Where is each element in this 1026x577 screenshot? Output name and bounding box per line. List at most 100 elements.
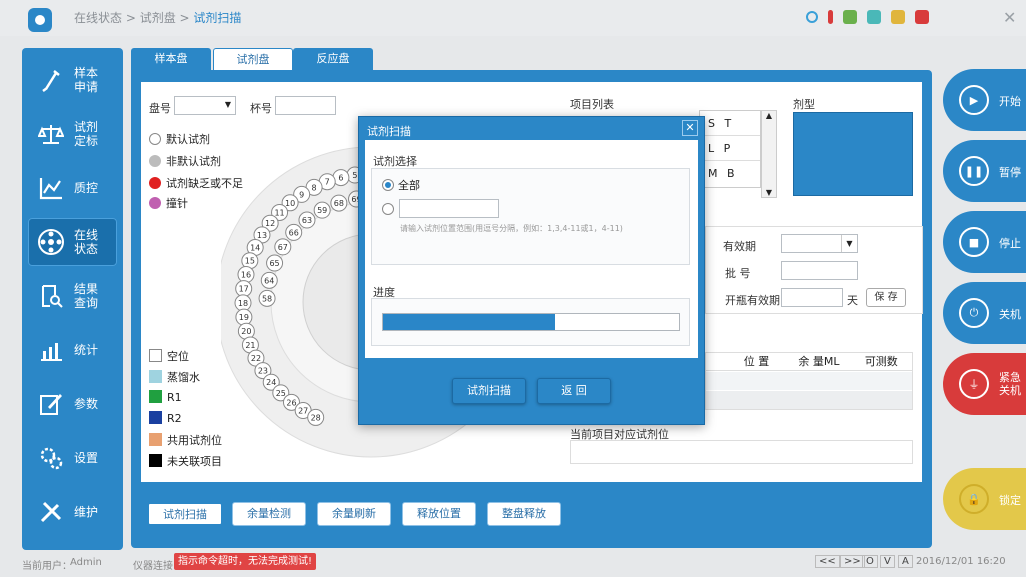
start-button[interactable]: ▶ 开始	[943, 69, 1026, 131]
disk-number-label: 盘号	[149, 102, 171, 115]
sidebar-item-settings[interactable]: 设置	[28, 434, 117, 482]
position-number: 63	[302, 216, 312, 225]
reagent-position[interactable]: 65	[266, 254, 284, 272]
close-icon[interactable]: ✕	[682, 120, 698, 136]
shutdown-button[interactable]: ⏻ 关机	[943, 282, 1026, 344]
reagent-position[interactable]: 68	[330, 194, 348, 212]
lock-icon: 🔒	[959, 484, 989, 514]
sidebar-item-sample[interactable]: 样本 申请	[28, 56, 117, 104]
tab-sample-disk[interactable]: 样本盘	[131, 48, 211, 70]
chevron-down-icon: ▼	[224, 100, 231, 109]
position-number: 26	[286, 398, 296, 407]
volume-refresh-button[interactable]: 余量刷新	[317, 502, 391, 526]
sidebar-item-maintenance[interactable]: 维护	[28, 488, 117, 536]
batch-input[interactable]	[781, 261, 858, 280]
reagent-position[interactable]: 63	[298, 211, 316, 229]
breadcrumb-item[interactable]: 试剂盘	[140, 11, 176, 25]
user-label: 当前用户：	[22, 561, 72, 572]
stop-button[interactable]: ■ 停止	[943, 211, 1026, 273]
list-item[interactable]: S T	[700, 111, 760, 136]
line-chart-icon	[36, 173, 66, 203]
disk-number-select[interactable]: ▼	[174, 96, 236, 115]
position-number: 27	[298, 407, 308, 416]
radio-selected[interactable]	[382, 179, 394, 191]
position-number: 6	[338, 174, 343, 183]
pause-button[interactable]: ❚❚ 暂停	[943, 140, 1026, 202]
thermometer-icon	[828, 10, 833, 24]
sidebar-item-qc[interactable]: 质控	[28, 164, 117, 212]
breadcrumb: 在线状态 > 试剂盘 > 试剂扫描	[74, 9, 241, 26]
release-position-button[interactable]: 释放位置	[402, 502, 476, 526]
lock-button[interactable]: 🔒 锁定	[943, 468, 1026, 530]
breadcrumb-item[interactable]: 在线状态	[74, 11, 122, 25]
sidebar-item-label: 维护	[74, 505, 99, 519]
chevron-down-icon[interactable]: ▼	[762, 188, 776, 197]
sidebar-item-online-status[interactable]: 在线 状态	[28, 218, 117, 266]
reagent-position[interactable]: 28	[307, 408, 325, 426]
position-number: 15	[245, 257, 255, 266]
top-bar: 在线状态 > 试剂盘 > 试剂扫描 ✕	[0, 0, 1026, 36]
reagent-position[interactable]: 66	[285, 223, 303, 241]
range-input[interactable]	[399, 199, 499, 218]
table-row[interactable]	[706, 391, 912, 409]
tab-reaction-disk[interactable]: 反应盘	[293, 48, 373, 70]
nav-a-button[interactable]: A	[898, 555, 913, 568]
position-number: 67	[278, 243, 288, 252]
reagent-position[interactable]: 64	[260, 271, 278, 289]
reagent-position[interactable]: 59	[313, 201, 331, 219]
release-disk-button[interactable]: 整盘释放	[487, 502, 561, 526]
emergency-shutdown-button[interactable]: ⏚ 紧急 关机	[943, 353, 1026, 415]
position-number: 22	[251, 354, 261, 363]
range-option[interactable]	[382, 203, 398, 216]
nav-v-button[interactable]: V	[880, 555, 895, 568]
reagent-position[interactable]: 17	[235, 280, 253, 298]
carousel-icon	[36, 227, 66, 257]
bottle-icon	[891, 10, 905, 24]
breadcrumb-separator: >	[122, 11, 140, 25]
open-expiry-input[interactable]	[781, 288, 843, 307]
reagent-scan-button[interactable]: 试剂扫描	[147, 502, 223, 526]
reagent-position[interactable]: 19	[235, 308, 253, 326]
chevron-up-icon[interactable]: ▲	[762, 111, 776, 120]
close-icon[interactable]: ✕	[1003, 8, 1016, 27]
reagent-position[interactable]: 58	[258, 289, 276, 307]
expiry-select[interactable]: ▼	[781, 234, 858, 253]
save-button[interactable]: 保 存	[866, 288, 906, 307]
reagent-position[interactable]: 18	[234, 294, 252, 312]
sidebar-item-statistics[interactable]: 统计	[28, 326, 117, 374]
table-row[interactable]	[706, 372, 912, 390]
back-button[interactable]: 返 回	[537, 378, 611, 404]
list-item[interactable]: M B	[700, 161, 760, 186]
reagent-position[interactable]: 67	[274, 238, 292, 256]
sensor-icon	[806, 11, 818, 23]
position-number: 59	[317, 206, 327, 215]
legend-label: 非默认试剂	[166, 155, 221, 168]
position-number: 23	[258, 367, 268, 376]
position-number: 58	[262, 294, 272, 303]
radio-unselected[interactable]	[382, 203, 394, 215]
current-position-field	[570, 440, 913, 464]
sidebar-item-label: 质控	[74, 181, 99, 195]
scan-button[interactable]: 试剂扫描	[452, 378, 526, 404]
sidebar-item-label: 在线	[74, 228, 99, 242]
project-list[interactable]: S T L P M B	[699, 110, 761, 188]
legend-item: 空位	[149, 348, 189, 364]
nav-first-button[interactable]: <<	[815, 555, 840, 568]
sidebar-item-parameters[interactable]: 参数	[28, 380, 117, 428]
sidebar-item-calibration[interactable]: 试剂 定标	[28, 110, 117, 158]
project-list-scrollbar[interactable]: ▲ ▼	[761, 110, 777, 198]
volume-check-button[interactable]: 余量检测	[232, 502, 306, 526]
position-number: 65	[269, 259, 279, 268]
tab-reagent-disk[interactable]: 试剂盘	[213, 48, 293, 70]
list-item[interactable]: L P	[700, 136, 760, 161]
position-number: 20	[241, 327, 251, 336]
sidebar-item-results[interactable]: 结果 查询	[28, 272, 117, 320]
nav-o-button[interactable]: O	[862, 555, 878, 568]
position-number: 9	[299, 190, 304, 199]
document-search-icon	[36, 281, 66, 311]
power-icon: ⏻	[959, 298, 989, 328]
legend-label: 未关联项目	[167, 455, 222, 468]
all-option[interactable]: 全部	[382, 177, 420, 193]
cup-number-input[interactable]	[275, 96, 336, 115]
reagent-position[interactable]: 16	[237, 266, 255, 284]
